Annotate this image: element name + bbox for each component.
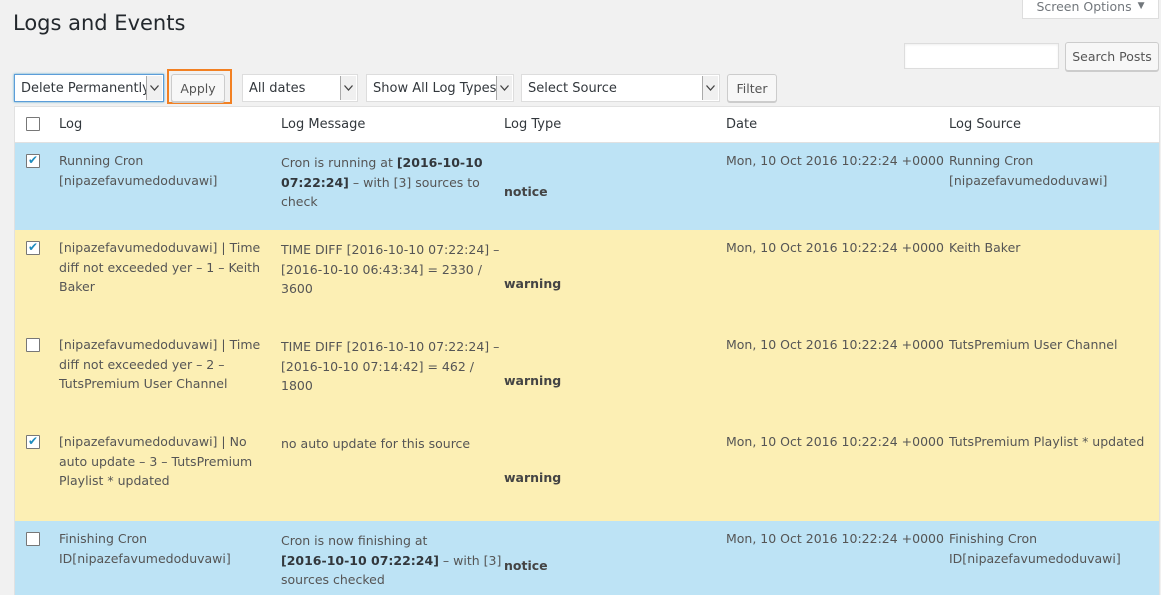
filter-button[interactable]: Filter	[727, 74, 777, 102]
log-type: notice	[504, 558, 548, 573]
log-type: warning	[504, 469, 562, 485]
log-source: Running Cron [nipazefavumedoduvawi]	[949, 153, 1108, 188]
page-title: Logs and Events	[13, 11, 186, 35]
log-type: warning	[504, 275, 562, 291]
search-posts-button[interactable]: Search Posts	[1065, 42, 1159, 71]
chevron-down-icon	[340, 76, 356, 100]
dates-filter-select[interactable]: All dates	[242, 74, 358, 102]
table-row: ✔ Running Cron [nipazefavumedoduvawi] Cron …	[15, 143, 1159, 230]
log-title[interactable]: Finishing Cron ID[nipazefavumedoduvawi]	[59, 529, 231, 568]
log-title[interactable]: [nipazefavumedoduvawi] | Time diff not ex…	[59, 238, 260, 297]
search-input[interactable]	[904, 43, 1059, 69]
row-checkbox[interactable]	[26, 532, 40, 546]
row-checkbox[interactable]: ✔	[26, 153, 40, 168]
apply-button[interactable]: Apply	[171, 74, 225, 102]
log-source: TutsPremium Playlist * updated	[949, 434, 1145, 449]
log-message: TIME DIFF [2016-10-10 07:22:24] – [2016-1…	[281, 339, 500, 393]
screen-options-label: Screen Options	[1036, 0, 1132, 14]
log-message: TIME DIFF [2016-10-10 07:22:24] – [2016-1…	[281, 242, 500, 296]
log-type: notice	[504, 183, 548, 199]
log-type: warning	[504, 372, 562, 388]
log-date: Mon, 10 Oct 2016 10:22:24 +0000	[726, 531, 944, 546]
checkmark-icon: ✔	[28, 434, 39, 448]
dates-filter-value: All dates	[249, 80, 306, 96]
log-message: no auto update for this source	[281, 436, 471, 451]
column-header-type: Log Type	[504, 117, 562, 132]
select-all-checkbox[interactable]	[26, 117, 40, 131]
source-filter-value: Select Source	[528, 80, 617, 96]
bulk-action-value: Delete Permanently	[21, 80, 150, 96]
table-row: ✔ [nipazefavumedoduvawi] | No auto update …	[15, 424, 1159, 521]
checkmark-icon: ✔	[28, 240, 39, 254]
checkmark-icon: ✔	[28, 153, 39, 167]
log-source: Finishing Cron ID[nipazefavumedoduvawi]	[949, 531, 1121, 566]
row-checkbox[interactable]: ✔	[26, 240, 40, 255]
chevron-down-icon	[146, 76, 162, 100]
logs-table: Log Log Message Log Type Date Log Source…	[14, 106, 1160, 595]
log-message: Cron is running at [2016-10-10 07:22:24] …	[281, 155, 483, 209]
log-types-filter-select[interactable]: Show All Log Types	[366, 74, 514, 102]
chevron-down-icon	[702, 76, 718, 100]
log-title[interactable]: [nipazefavumedoduvawi] | Time diff not ex…	[59, 335, 260, 394]
log-date: Mon, 10 Oct 2016 10:22:24 +0000	[726, 434, 944, 449]
bulk-action-select[interactable]: Delete Permanently	[14, 74, 164, 102]
log-date: Mon, 10 Oct 2016 10:22:24 +0000	[726, 337, 944, 352]
column-header-source: Log Source	[949, 117, 1022, 132]
log-source: TutsPremium User Channel	[949, 337, 1118, 352]
log-title[interactable]: [nipazefavumedoduvawi] | No auto update –…	[59, 432, 252, 491]
column-header-date[interactable]: Date	[726, 117, 757, 132]
table-row: Finishing Cron ID[nipazefavumedoduvawi] Cr…	[15, 521, 1159, 595]
log-message: Cron is now finishing at [2016-10-10 07:2…	[281, 533, 502, 587]
log-date: Mon, 10 Oct 2016 10:22:24 +0000	[726, 240, 944, 255]
screen-options-button[interactable]: Screen Options ▼	[1022, 0, 1159, 19]
table-header: Log Log Message Log Type Date Log Source	[15, 107, 1159, 143]
column-header-message: Log Message	[281, 117, 366, 132]
caret-down-icon: ▼	[1137, 1, 1145, 11]
table-row: [nipazefavumedoduvawi] | Time diff not ex…	[15, 327, 1159, 424]
column-header-log[interactable]: Log	[59, 117, 82, 132]
chevron-down-icon	[496, 76, 512, 100]
row-checkbox[interactable]: ✔	[26, 434, 40, 449]
log-title[interactable]: Running Cron [nipazefavumedoduvawi]	[59, 151, 217, 190]
row-checkbox[interactable]	[26, 338, 40, 352]
source-filter-select[interactable]: Select Source	[521, 74, 720, 102]
table-row: ✔ [nipazefavumedoduvawi] | Time diff not e…	[15, 230, 1159, 327]
log-types-filter-value: Show All Log Types	[373, 80, 497, 96]
log-source: Keith Baker	[949, 240, 1021, 255]
log-date: Mon, 10 Oct 2016 10:22:24 +0000	[726, 153, 944, 168]
